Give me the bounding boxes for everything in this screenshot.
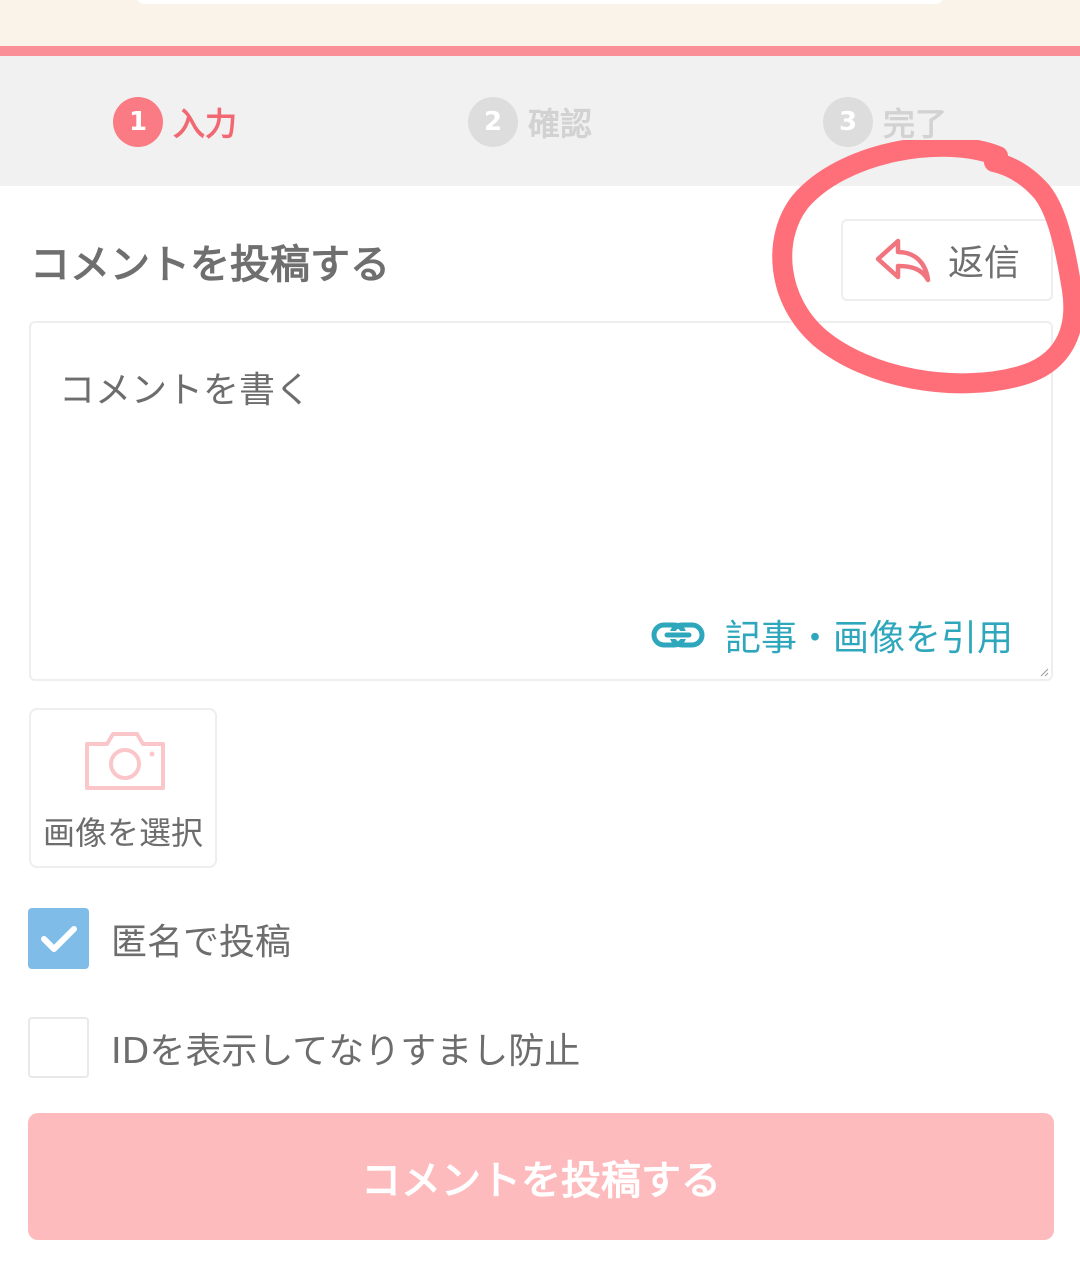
image-select-button[interactable]: 画像を選択 [29,708,217,868]
show-id-checkbox[interactable] [28,1017,89,1078]
quote-link-label: 記事・画像を引用 [724,618,1013,659]
checkmark-icon [40,925,77,952]
reply-button[interactable]: 返信 [841,219,1053,301]
step-complete: 3 完了 [823,96,947,148]
anonymous-label: 匿名で投稿 [111,921,292,963]
step-confirm: 2 確認 [468,96,592,148]
anonymous-checkbox[interactable] [28,908,89,969]
quote-article-image-link[interactable]: 記事・画像を引用 [651,609,1013,661]
anonymous-option[interactable]: 匿名で投稿 [28,908,291,969]
step-number: 3 [823,97,873,147]
image-select-label: 画像を選択 [42,814,203,852]
step-label: 確認 [528,105,593,143]
step-number: 1 [113,97,163,147]
progress-steps: 1 入力 2 確認 3 完了 [0,56,1080,186]
comment-textarea[interactable]: コメントを書く 記事・画像を引用 [29,321,1053,681]
comment-form-page: 1 入力 2 確認 3 完了 コメントを投稿する 返信 コメントを書く 記事・画… [0,0,1080,1279]
show-id-option[interactable]: IDを表示してなりすまし防止 [28,1017,580,1078]
header-accent-line [0,46,1080,56]
step-input: 1 入力 [113,96,237,148]
resize-grip-icon[interactable] [1039,667,1049,677]
header-strip [0,0,1080,46]
link-chain-icon [651,622,705,648]
header-search-field[interactable] [135,0,945,4]
step-label: 入力 [173,105,238,143]
reply-arrow-icon [875,238,931,283]
submit-comment-button[interactable]: コメントを投稿する [28,1113,1054,1240]
camera-icon [85,732,165,790]
show-id-label: IDを表示してなりすまし防止 [111,1030,581,1072]
step-number: 2 [468,97,518,147]
comment-placeholder: コメントを書く [59,370,312,411]
form-title: コメントを投稿する [30,242,390,288]
reply-button-label: 返信 [947,243,1020,284]
step-label: 完了 [883,105,948,143]
